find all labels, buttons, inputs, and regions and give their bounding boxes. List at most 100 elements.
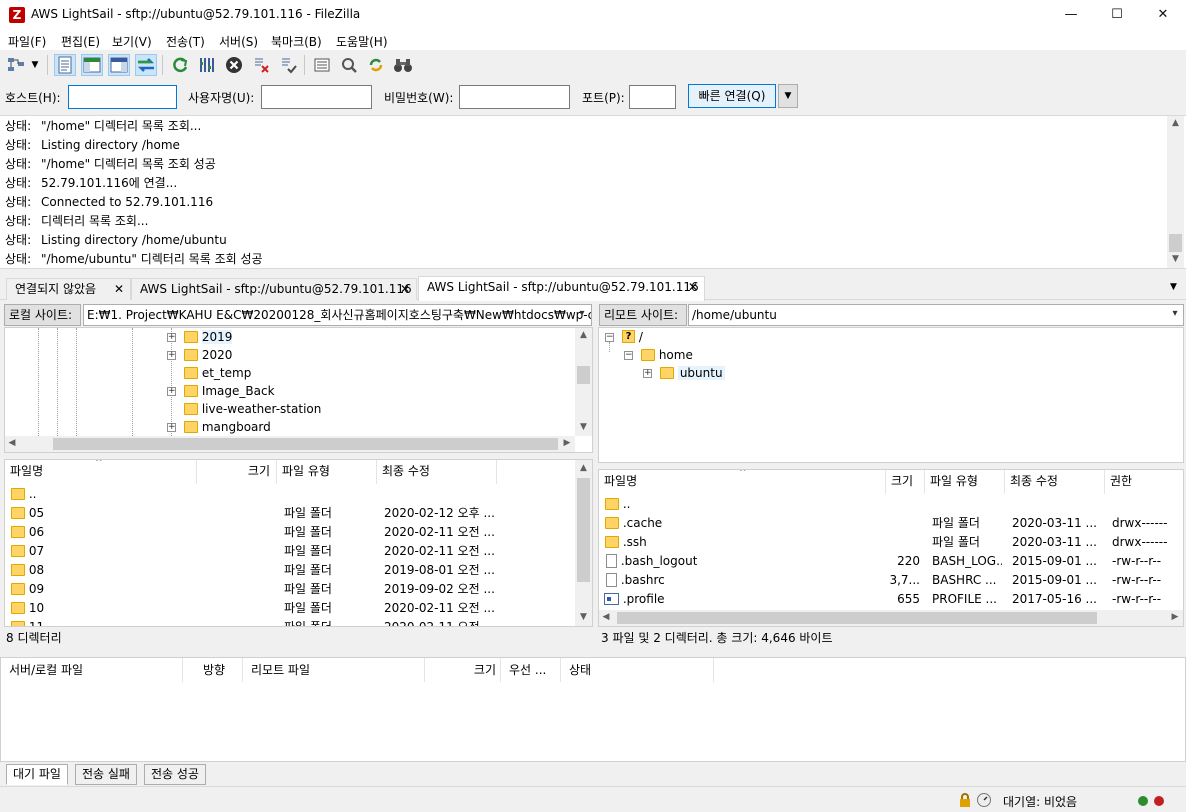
remote-list-hscrollbar[interactable]: ◀ ▶ <box>599 610 1183 626</box>
tree-node-root[interactable]: − ? / <box>605 328 643 346</box>
column-header-permissions[interactable]: 권한 <box>1105 470 1183 494</box>
log-text: "/home" 디렉터리 목록 조회 성공 <box>41 157 216 171</box>
expand-icon[interactable]: + <box>643 369 652 378</box>
column-header-type[interactable]: 파일 유형 <box>925 470 1005 494</box>
process-queue-icon[interactable] <box>196 54 218 76</box>
column-header-type[interactable]: 파일 유형 <box>277 460 377 484</box>
queue-column-size[interactable]: 크기 <box>425 658 501 682</box>
log-scrollbar[interactable]: ▲ ▼ <box>1167 116 1184 268</box>
toggle-queue-icon[interactable] <box>135 54 157 76</box>
queue-column-priority[interactable]: 우선 ... <box>501 658 561 682</box>
close-button[interactable]: ✕ <box>1140 0 1186 30</box>
tab-aws-lightsail-2[interactable]: AWS LightSail - sftp://ubuntu@52.79.101.… <box>418 276 705 301</box>
tree-node[interactable]: + Image_Back <box>167 382 275 400</box>
local-tree-vscrollbar[interactable]: ▲ ▼ <box>575 328 592 436</box>
close-icon[interactable]: ✕ <box>114 279 124 299</box>
site-manager-icon[interactable] <box>6 54 28 76</box>
scroll-up-icon[interactable]: ▲ <box>1167 118 1184 128</box>
synchronized-browsing-icon[interactable] <box>365 54 387 76</box>
expand-icon[interactable]: + <box>167 423 176 432</box>
column-header-filename[interactable]: 파일명 ^ <box>599 470 886 494</box>
chevron-down-icon[interactable]: ▾ <box>574 304 590 326</box>
scroll-left-icon[interactable]: ◀ <box>5 438 19 448</box>
menu-edit[interactable]: 편집(E) <box>61 33 100 50</box>
tab-queued-files[interactable]: 대기 파일 <box>6 764 68 785</box>
scroll-right-icon[interactable]: ▶ <box>560 438 574 448</box>
local-path-input[interactable]: E:₩1. Project₩KAHU E&C₩20200128_회사신규홈페이지… <box>83 304 592 326</box>
tab-failed-transfers[interactable]: 전송 실패 <box>75 764 137 785</box>
scroll-thumb[interactable] <box>577 478 590 582</box>
tree-node[interactable]: + 2020 <box>167 346 232 364</box>
scroll-up-icon[interactable]: ▲ <box>575 330 592 340</box>
scroll-thumb[interactable] <box>617 612 1097 624</box>
scroll-left-icon[interactable]: ◀ <box>599 612 613 622</box>
tree-node[interactable]: et_temp <box>167 364 251 382</box>
tab-list-icon[interactable]: ▼ <box>1170 282 1177 292</box>
scroll-thumb[interactable] <box>577 366 590 384</box>
refresh-icon[interactable] <box>169 54 191 76</box>
toggle-remote-tree-icon[interactable] <box>108 54 130 76</box>
column-header-modified[interactable]: 최종 수정 <box>377 460 497 484</box>
close-icon[interactable]: ✕ <box>688 277 698 297</box>
toggle-message-log-icon[interactable] <box>54 54 76 76</box>
expand-icon[interactable]: + <box>167 387 176 396</box>
host-input[interactable] <box>68 85 177 109</box>
column-header-size[interactable]: 크기 <box>886 470 925 494</box>
cancel-icon[interactable] <box>223 54 245 76</box>
scroll-down-icon[interactable]: ▼ <box>1167 254 1184 264</box>
expand-icon[interactable]: + <box>167 333 176 342</box>
dropdown-arrow-icon[interactable]: ▼ <box>28 54 42 76</box>
queue-column-remote-file[interactable]: 리모트 파일 <box>243 658 425 682</box>
minimize-button[interactable]: — <box>1048 0 1094 30</box>
scroll-thumb[interactable] <box>53 438 558 450</box>
local-tree-hscrollbar[interactable]: ◀ ▶ <box>5 436 575 452</box>
tab-aws-lightsail-1[interactable]: AWS LightSail - sftp://ubuntu@52.79.101.… <box>131 278 417 300</box>
log-scroll-thumb[interactable] <box>1169 234 1182 252</box>
password-input[interactable] <box>459 85 570 109</box>
remote-path-input[interactable]: /home/ubuntu <box>688 304 1184 326</box>
column-header-filename[interactable]: 파일명 ^ <box>5 460 197 484</box>
tree-node-home[interactable]: − home <box>624 346 693 364</box>
reconnect-icon[interactable] <box>277 54 299 76</box>
collapse-icon[interactable]: − <box>624 351 633 360</box>
disconnect-icon[interactable] <box>250 54 272 76</box>
file-name: 06 <box>28 525 45 539</box>
menu-server[interactable]: 서버(S) <box>219 33 258 50</box>
maximize-button[interactable]: ☐ <box>1094 0 1140 30</box>
tree-node[interactable]: + 2019 <box>167 328 233 346</box>
close-icon[interactable]: ✕ <box>400 279 410 299</box>
menu-file[interactable]: 파일(F) <box>8 33 46 50</box>
search-icon[interactable] <box>392 54 414 76</box>
tree-node[interactable]: live-weather-station <box>167 400 321 418</box>
speed-limit-icon[interactable] <box>976 792 992 811</box>
queue-column-status[interactable]: 상태 <box>561 658 714 682</box>
chevron-down-icon[interactable]: ▾ <box>1167 304 1183 326</box>
expand-icon[interactable]: + <box>167 351 176 360</box>
compare-directories-icon[interactable] <box>338 54 360 76</box>
tree-node-ubuntu[interactable]: + ubuntu <box>643 364 725 382</box>
menu-transfer[interactable]: 전송(T) <box>166 33 205 50</box>
scroll-up-icon[interactable]: ▲ <box>575 463 592 473</box>
local-list-vscrollbar[interactable]: ▲ ▼ <box>575 460 592 626</box>
unknown-folder-icon: ? <box>622 330 635 343</box>
tree-node[interactable]: + mangboard <box>167 418 271 436</box>
menu-help[interactable]: 도움말(H) <box>336 33 388 50</box>
port-input[interactable] <box>629 85 676 109</box>
quickconnect-history-dropdown[interactable]: ▼ <box>778 84 798 108</box>
collapse-icon[interactable]: − <box>605 333 614 342</box>
scroll-down-icon[interactable]: ▼ <box>575 612 592 622</box>
menu-bookmarks[interactable]: 북마크(B) <box>271 33 322 50</box>
tab-not-connected[interactable]: 연결되지 않았음 ✕ <box>6 278 131 300</box>
tab-successful-transfers[interactable]: 전송 성공 <box>144 764 206 785</box>
username-input[interactable] <box>261 85 372 109</box>
queue-column-local-file[interactable]: 서버/로컬 파일 <box>1 658 183 682</box>
scroll-right-icon[interactable]: ▶ <box>1168 612 1182 622</box>
directory-listing-filter-icon[interactable] <box>311 54 333 76</box>
column-header-size[interactable]: 크기 <box>197 460 277 484</box>
toggle-local-tree-icon[interactable] <box>81 54 103 76</box>
queue-column-direction[interactable]: 방향 <box>183 658 243 682</box>
menu-view[interactable]: 보기(V) <box>112 33 152 50</box>
scroll-down-icon[interactable]: ▼ <box>575 422 592 432</box>
column-header-modified[interactable]: 최종 수정 <box>1005 470 1105 494</box>
quickconnect-button[interactable]: 빠른 연결(Q) <box>688 84 776 108</box>
